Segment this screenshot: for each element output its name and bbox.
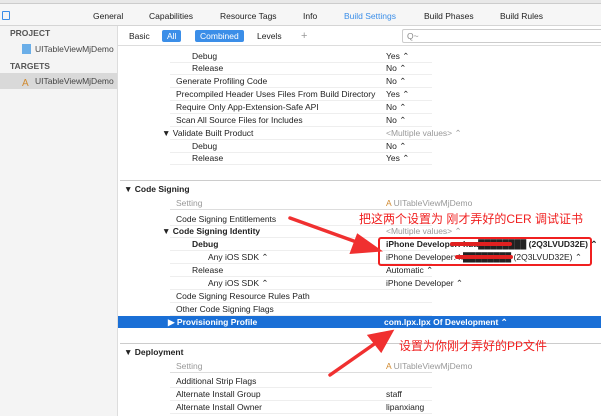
arrow-head xyxy=(349,233,384,254)
annotation-arrows xyxy=(288,216,395,377)
arrow-head xyxy=(366,329,395,354)
arrow-to-identity xyxy=(288,216,364,246)
arrow-to-profile xyxy=(328,338,382,377)
